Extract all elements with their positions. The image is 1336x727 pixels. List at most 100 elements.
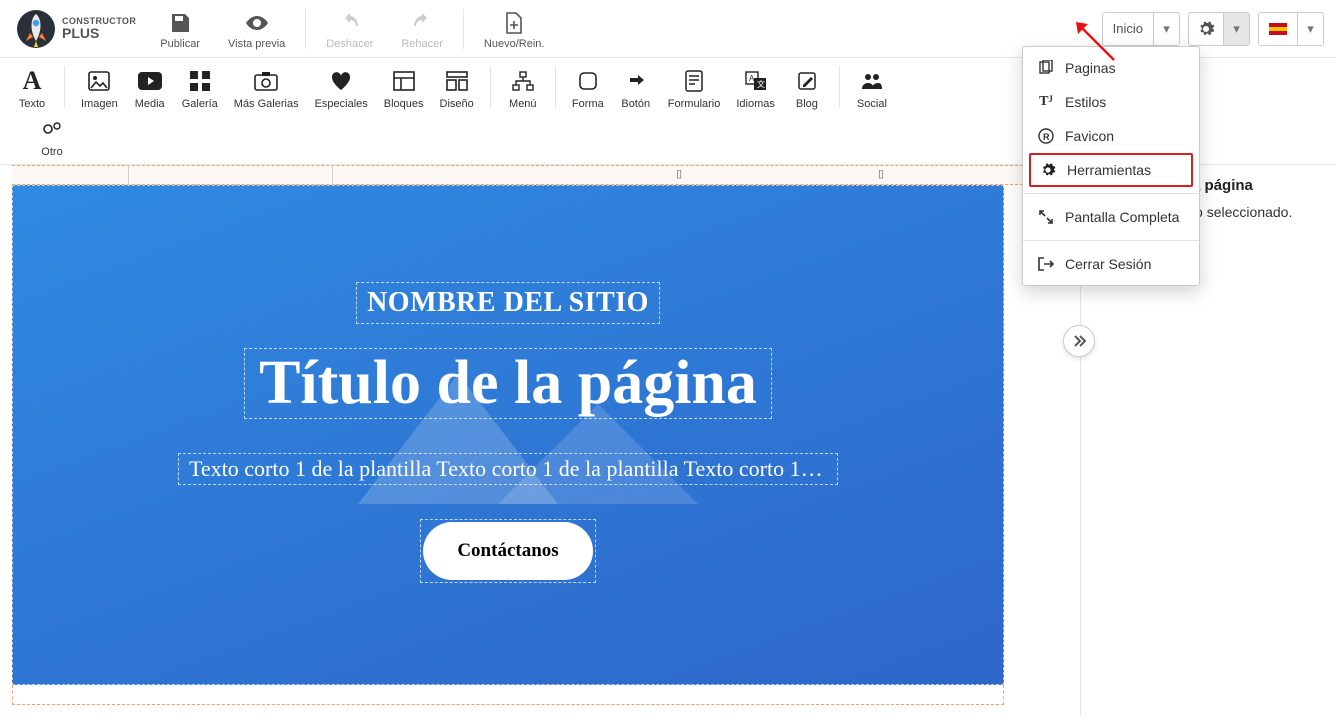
ruler[interactable]: ▯ ▯ <box>12 165 1078 185</box>
tool-blog[interactable]: Blog <box>783 64 831 112</box>
top-actions: Publicar Vista previa Deshacer Rehacer <box>146 1 558 57</box>
page-selector-label: Inicio <box>1113 21 1143 36</box>
breakpoint-marker[interactable]: ▯ <box>676 167 682 180</box>
users-icon <box>860 68 884 94</box>
canvas-column: ▯ ▯ NOMBRE DEL SITIO Título de la página… <box>0 165 1080 716</box>
page-stage[interactable]: NOMBRE DEL SITIO Título de la página Tex… <box>12 185 1080 685</box>
page-selector[interactable]: Inicio ▾ <box>1102 12 1180 46</box>
tool-diseno[interactable]: Diseño <box>432 64 482 112</box>
image-icon <box>88 68 110 94</box>
separator <box>1023 240 1199 241</box>
next-section-placeholder[interactable] <box>12 685 1004 705</box>
tool-texto[interactable]: A Texto <box>8 64 56 112</box>
tool-idiomas[interactable]: A文 Idiomas <box>728 64 783 112</box>
hero-section[interactable]: NOMBRE DEL SITIO Título de la página Tex… <box>12 185 1004 685</box>
tool-imagen[interactable]: Imagen <box>73 64 126 112</box>
new-label: Nuevo/Rein. <box>484 38 545 50</box>
heart-icon <box>330 68 352 94</box>
preview-label: Vista previa <box>228 38 285 50</box>
site-name-text[interactable]: NOMBRE DEL SITIO <box>356 282 660 324</box>
tool-social[interactable]: Social <box>848 64 896 112</box>
menu-label: Herramientas <box>1067 162 1151 178</box>
menu-herramientas[interactable]: Herramientas <box>1029 153 1193 187</box>
chevron-down-icon[interactable]: ▾ <box>1297 13 1323 45</box>
layout-icon <box>446 68 468 94</box>
menu-label: Estilos <box>1065 94 1106 110</box>
edit-icon <box>797 68 817 94</box>
breakpoint-marker[interactable]: ▯ <box>878 167 884 180</box>
tool-forma[interactable]: Forma <box>564 64 612 112</box>
menu-pantalla-completa[interactable]: Pantalla Completa <box>1023 200 1199 234</box>
tool-boton[interactable]: Botón <box>612 64 660 112</box>
registered-icon: R <box>1037 128 1055 144</box>
type-icon: TJ <box>1037 94 1055 110</box>
translate-icon: A文 <box>745 68 767 94</box>
menu-paginas[interactable]: Paginas <box>1023 51 1199 85</box>
cogs-icon <box>41 116 63 142</box>
eye-icon <box>244 10 270 36</box>
chevron-down-icon[interactable]: ▾ <box>1223 13 1249 45</box>
chevrons-right-icon <box>1072 334 1086 348</box>
menu-label: Paginas <box>1065 60 1116 76</box>
undo-icon <box>338 10 362 36</box>
separator <box>305 9 306 49</box>
separator <box>1023 193 1199 194</box>
menu-label: Favicon <box>1065 128 1114 144</box>
gear-icon <box>1189 20 1223 38</box>
tool-menu[interactable]: Menú <box>499 64 547 112</box>
separator <box>463 9 464 49</box>
page-title-text[interactable]: Título de la página <box>244 348 772 419</box>
tool-especiales[interactable]: Especiales <box>307 64 376 112</box>
tool-media[interactable]: Media <box>126 64 174 112</box>
language-selector[interactable]: ▾ <box>1258 12 1324 46</box>
menu-label: Cerrar Sesión <box>1065 256 1151 272</box>
chevron-down-icon[interactable]: ▾ <box>1153 13 1179 45</box>
save-icon <box>168 10 192 36</box>
menu-estilos[interactable]: TJ Estilos <box>1023 85 1199 119</box>
shape-icon <box>578 68 598 94</box>
gear-icon <box>1039 162 1057 178</box>
text-icon: A <box>23 68 42 94</box>
preview-button[interactable]: Vista previa <box>214 1 299 57</box>
svg-text:A: A <box>749 74 755 83</box>
contact-button[interactable]: Contáctanos <box>423 522 592 580</box>
tool-mas-galerias[interactable]: Más Galerias <box>226 64 307 112</box>
settings-menu-trigger[interactable]: ▾ <box>1188 12 1250 46</box>
menu-cerrar-sesion[interactable]: Cerrar Sesión <box>1023 247 1199 281</box>
menu-label: Pantalla Completa <box>1065 209 1179 225</box>
publish-button[interactable]: Publicar <box>146 1 214 57</box>
settings-dropdown: Paginas TJ Estilos R Favicon Herramienta… <box>1022 46 1200 286</box>
undo-button[interactable]: Deshacer <box>312 1 387 57</box>
subtitle-text[interactable]: Texto corto 1 de la plantilla Texto cort… <box>178 453 838 485</box>
cta-wrapper[interactable]: Contáctanos <box>420 519 595 583</box>
tool-galeria[interactable]: Galería <box>174 64 226 112</box>
share-icon <box>626 68 646 94</box>
logo-text-bottom: PLUS <box>62 26 136 40</box>
publish-label: Publicar <box>160 38 200 50</box>
grid-icon <box>190 68 210 94</box>
blocks-icon <box>393 68 415 94</box>
svg-text:文: 文 <box>757 79 765 89</box>
redo-button[interactable]: Rehacer <box>387 1 457 57</box>
new-button[interactable]: Nuevo/Rein. <box>470 1 559 57</box>
tool-bloques[interactable]: Bloques <box>376 64 432 112</box>
tool-formulario[interactable]: Formulario <box>660 64 729 112</box>
sitemap-icon <box>512 68 534 94</box>
expand-icon <box>1037 210 1055 224</box>
video-icon <box>138 68 162 94</box>
pages-icon <box>1037 60 1055 76</box>
undo-label: Deshacer <box>326 38 373 50</box>
tool-otro[interactable]: Otro <box>28 112 76 160</box>
camera-icon <box>254 68 278 94</box>
form-icon <box>684 68 704 94</box>
collapse-right-panel[interactable] <box>1063 325 1095 357</box>
rocket-icon <box>16 9 56 49</box>
svg-text:R: R <box>1043 132 1050 142</box>
menu-favicon[interactable]: R Favicon <box>1023 119 1199 153</box>
redo-icon <box>410 10 434 36</box>
redo-label: Rehacer <box>401 38 443 50</box>
app-logo: CONSTRUCTOR PLUS <box>6 9 146 49</box>
file-plus-icon <box>503 10 525 36</box>
flag-es-icon <box>1269 23 1287 35</box>
logout-icon <box>1037 257 1055 271</box>
